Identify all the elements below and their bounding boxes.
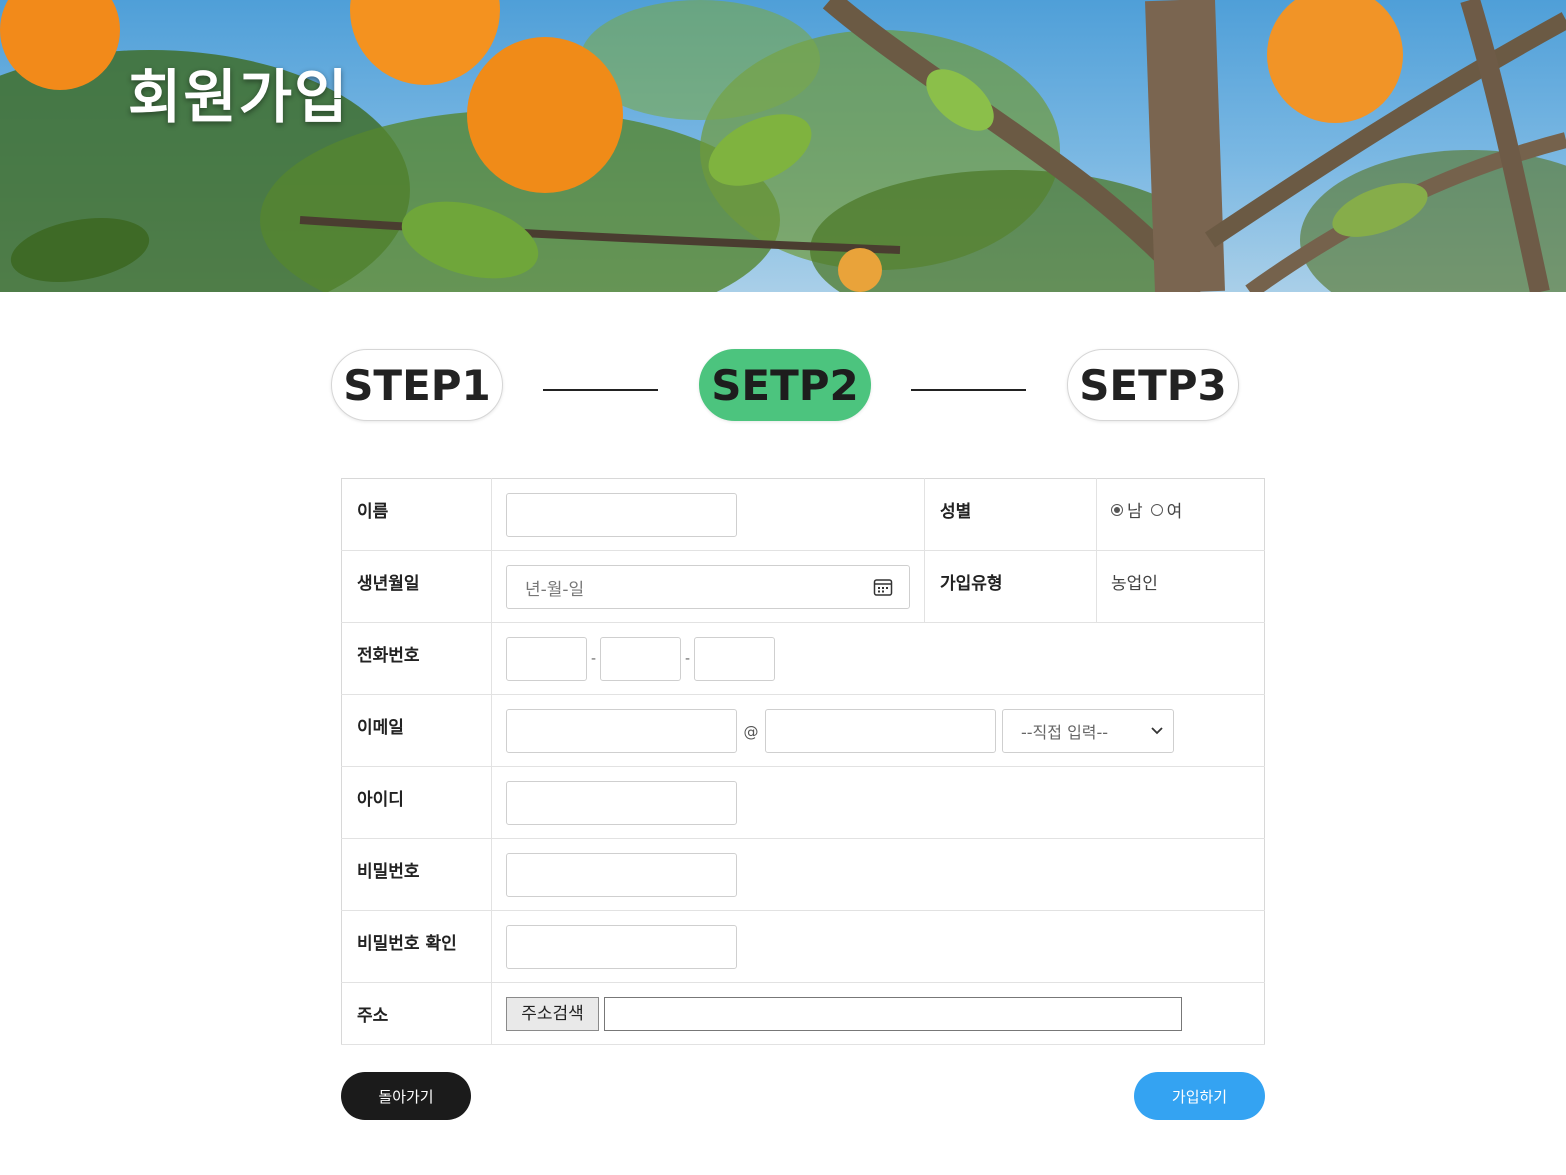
id-label: 아이디 xyxy=(341,766,492,839)
form-row-phone: 전화번호 - - xyxy=(341,622,1265,695)
step-3: SETP3 xyxy=(1067,349,1239,421)
email-id-input[interactable] xyxy=(506,709,737,753)
email-domain-select[interactable]: --직접 입력-- xyxy=(1002,709,1174,753)
birth-label: 생년월일 xyxy=(341,550,492,623)
address-label: 주소 xyxy=(341,982,492,1045)
address-search-button[interactable]: 주소검색 xyxy=(506,997,599,1031)
gender-male-label: 남 xyxy=(1127,502,1143,522)
gender-female-radio[interactable] xyxy=(1150,503,1163,516)
password-confirm-input[interactable] xyxy=(506,925,737,969)
password-confirm-label: 비밀번호 확인 xyxy=(341,910,492,983)
email-at-sign: @ xyxy=(743,723,759,741)
signup-type-label: 가입유형 xyxy=(924,550,1097,623)
phone-input-2[interactable] xyxy=(600,637,681,681)
gender-radio-group: 남 여 xyxy=(1111,497,1264,522)
phone-input-3[interactable] xyxy=(694,637,775,681)
back-button[interactable]: 돌아가기 xyxy=(341,1072,471,1120)
gender-male-radio[interactable] xyxy=(1111,503,1123,516)
form-row-password-confirm: 비밀번호 확인 xyxy=(341,910,1265,983)
step-2-active: SETP2 xyxy=(699,349,871,421)
gender-label: 성별 xyxy=(924,478,1097,551)
address-input[interactable] xyxy=(604,997,1182,1031)
signup-type-value: 농업인 xyxy=(1096,550,1265,623)
form-row-email: 이메일 @ --직접 입력-- xyxy=(341,694,1265,767)
orange-tree-image xyxy=(0,0,1566,292)
id-input[interactable] xyxy=(506,781,737,825)
step-1: STEP1 xyxy=(331,349,503,421)
hero-banner: 회원가입 xyxy=(0,0,1566,292)
chevron-down-icon xyxy=(1151,727,1163,735)
birth-date-input[interactable]: 년-월-일 xyxy=(506,565,910,609)
gender-female-label: 여 xyxy=(1166,502,1183,522)
email-domain-select-value: --직접 입력-- xyxy=(1021,723,1109,742)
name-label: 이름 xyxy=(341,478,492,551)
phone-input-1[interactable] xyxy=(506,637,587,681)
phone-separator: - xyxy=(590,651,597,667)
birth-date-placeholder: 년-월-일 xyxy=(525,579,585,600)
phone-separator: - xyxy=(684,651,691,667)
form-row-name: 이름 성별 남 여 xyxy=(341,478,1265,551)
form-row-password: 비밀번호 xyxy=(341,838,1265,911)
name-input[interactable] xyxy=(506,493,737,537)
phone-label: 전화번호 xyxy=(341,622,492,695)
page-title: 회원가입 xyxy=(128,63,350,131)
calendar-icon[interactable] xyxy=(873,577,893,597)
form-row-address: 주소 주소검색 xyxy=(341,982,1265,1045)
password-input[interactable] xyxy=(506,853,737,897)
form-row-birth: 생년월일 년-월-일 가입유형 농업인 xyxy=(341,550,1265,623)
step-connector xyxy=(543,389,658,391)
signup-form: 이름 성별 남 여 생년월일 년-월-일 가입유형 농업인 전화번호 - - 이… xyxy=(341,478,1265,1045)
email-label: 이메일 xyxy=(341,694,492,767)
join-button[interactable]: 가입하기 xyxy=(1134,1072,1265,1120)
password-label: 비밀번호 xyxy=(341,838,492,911)
step-connector xyxy=(911,389,1026,391)
form-row-id: 아이디 xyxy=(341,766,1265,839)
email-domain-input[interactable] xyxy=(765,709,996,753)
